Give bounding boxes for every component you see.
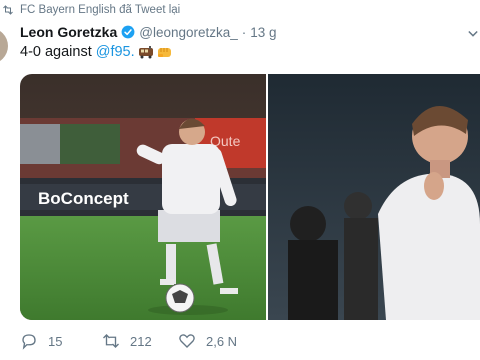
player-dribbling-photo[interactable]: Oute BoConcept <box>20 74 266 320</box>
author-handle[interactable]: @leongoretzka_ <box>139 25 238 40</box>
retweet-button[interactable]: 212 <box>102 332 152 350</box>
retweet-icon <box>103 334 119 348</box>
verified-badge-icon <box>121 25 135 39</box>
retweet-context-text[interactable]: FC Bayern English đã Tweet lại <box>20 4 180 16</box>
tweet-text-body: 4-0 against <box>20 44 92 60</box>
fist-emoji-icon <box>157 48 171 57</box>
retweet-icon <box>3 5 13 15</box>
tweet-actions: 15 212 2,6 N <box>20 332 460 354</box>
tweet-header: Leon Goretzka @leongoretzka_ · 13 g <box>20 24 277 40</box>
author-name[interactable]: Leon Goretzka <box>20 24 117 40</box>
tweet-text: 4-0 against @f95. <box>20 44 172 60</box>
retweet-count: 212 <box>130 333 152 349</box>
train-emoji-icon <box>138 46 153 59</box>
like-count: 2,6 N <box>206 333 238 349</box>
mention-link[interactable]: @f95. <box>96 44 135 60</box>
reply-button[interactable]: 15 <box>20 332 62 350</box>
like-button[interactable]: 2,6 N <box>178 332 237 350</box>
heart-icon <box>179 334 195 348</box>
avatar[interactable] <box>0 28 8 64</box>
player-applauding-photo[interactable] <box>268 74 480 320</box>
ad-board-text: BoConcept <box>38 189 129 208</box>
tweet-media[interactable]: Oute BoConcept <box>20 74 480 320</box>
chevron-down-icon[interactable] <box>468 30 478 38</box>
separator-dot: · <box>241 24 247 40</box>
tweet-timestamp[interactable]: 13 g <box>250 25 276 40</box>
reply-count: 15 <box>48 333 63 349</box>
reply-icon <box>22 334 36 350</box>
